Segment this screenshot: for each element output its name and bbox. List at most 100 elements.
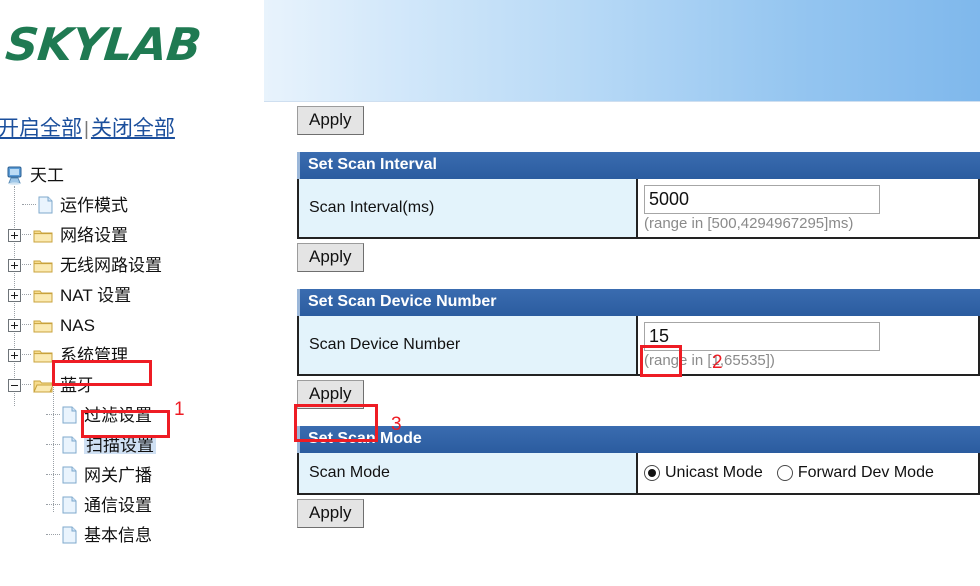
expand-plus-icon[interactable] xyxy=(8,348,21,362)
radio-unselected-icon[interactable] xyxy=(776,465,793,482)
tree-connector xyxy=(46,534,60,536)
field-value-cell: Unicast Mode Forward Dev Mode xyxy=(638,453,978,494)
annotation-number-1: 1 xyxy=(174,399,185,420)
tree-connector xyxy=(46,474,60,476)
skylab-logo: SKYLAB xyxy=(3,18,204,71)
tree-node-label: 无线网路设置 xyxy=(60,255,162,275)
tree-node-label: 运作模式 xyxy=(60,195,128,215)
scan-device-number-input[interactable] xyxy=(644,322,880,352)
folder-icon xyxy=(33,228,53,243)
field-row: Scan Device Number (range in [1,65535]) xyxy=(297,316,980,377)
tree-node-communication-settings[interactable]: 通信设置 xyxy=(4,490,254,520)
top-apply-row: Apply xyxy=(297,106,980,136)
folder-icon xyxy=(33,348,53,363)
radio-label: Forward Dev Mode xyxy=(797,464,934,482)
folder-icon xyxy=(33,258,53,273)
tree-node-nat-settings[interactable]: NAT 设置 xyxy=(4,280,254,310)
annotation-number-3: 3 xyxy=(391,414,402,435)
header-banner xyxy=(264,0,980,102)
apply-button-scan-device-number[interactable]: Apply xyxy=(297,380,364,410)
section-set-scan-mode: Set Scan Mode Scan Mode Unicast Mode For… xyxy=(297,426,980,529)
tree-node-tiangong[interactable]: 天工 xyxy=(4,160,254,190)
section-title: Set Scan Interval xyxy=(297,152,980,180)
tree-node-label-selected: 扫描设置 xyxy=(84,435,156,455)
computer-icon xyxy=(6,166,23,185)
apply-button-scan-mode[interactable]: Apply xyxy=(297,499,364,529)
tree-connector xyxy=(22,384,31,386)
tree-node-filter-settings[interactable]: 过滤设置 xyxy=(4,400,254,430)
radio-forward-dev-mode[interactable]: Forward Dev Mode xyxy=(776,464,934,482)
document-icon xyxy=(62,466,77,484)
tree-connector xyxy=(46,504,60,506)
field-label: Scan Device Number xyxy=(299,316,638,375)
tree-node-network-settings[interactable]: 网络设置 xyxy=(4,220,254,250)
tree-node-label: 天工 xyxy=(30,165,64,185)
collapse-minus-icon[interactable] xyxy=(8,378,21,392)
scan-mode-radio-group: Unicast Mode Forward Dev Mode xyxy=(644,460,978,482)
tree-node-label: 系统管理 xyxy=(60,345,128,365)
document-icon xyxy=(62,496,77,514)
tree-node-label: NAT 设置 xyxy=(60,285,132,305)
tree-connector xyxy=(22,294,31,296)
tree-node-label: 网络设置 xyxy=(60,225,128,245)
tree-connector xyxy=(22,324,31,326)
field-value-cell: (range in [1,65535]) xyxy=(638,316,978,375)
collapse-all-link[interactable]: 关闭全部 xyxy=(91,117,175,140)
field-row: Scan Mode Unicast Mode Forward Dev Mode xyxy=(297,453,980,496)
tree-connector xyxy=(22,204,36,206)
tree-node-nas[interactable]: NAS xyxy=(4,310,254,340)
expand-plus-icon[interactable] xyxy=(8,318,21,332)
tree-node-scan-settings[interactable]: 扫描设置 xyxy=(4,430,254,460)
radio-unicast-mode[interactable]: Unicast Mode xyxy=(644,464,763,482)
document-icon xyxy=(38,196,53,214)
tree-connector xyxy=(22,234,31,236)
apply-row: Apply xyxy=(297,380,980,410)
expand-all-link[interactable]: 开启全部 xyxy=(0,117,82,140)
apply-button-top[interactable]: Apply xyxy=(297,106,364,136)
document-icon xyxy=(62,436,77,454)
tree-node-system-management[interactable]: 系统管理 xyxy=(4,340,254,370)
navigation-tree: 天工 运作模式 网络设置 无线网路设置 NAT 设置 NAS 系统管理 蓝牙 过… xyxy=(4,160,254,550)
tree-node-basic-info[interactable]: 基本信息 xyxy=(4,520,254,550)
sidebar: SKYLAB 开启全部 |关闭全部 天工 运作模式 网络设置 无线网路设置 NA… xyxy=(0,0,262,586)
apply-button-scan-interval[interactable]: Apply xyxy=(297,243,364,273)
radio-label: Unicast Mode xyxy=(665,464,763,482)
folder-icon xyxy=(33,288,53,303)
tree-connector xyxy=(46,414,60,416)
tree-node-gateway-broadcast[interactable]: 网关广播 xyxy=(4,460,254,490)
annotation-number-2: 2 xyxy=(712,352,723,373)
tree-connector xyxy=(22,354,31,356)
document-icon xyxy=(62,406,77,424)
scan-interval-input[interactable] xyxy=(644,185,880,215)
tree-connector xyxy=(46,444,60,446)
scan-interval-hint: (range in [500,4294967295]ms) xyxy=(644,215,854,233)
tree-node-label: 基本信息 xyxy=(84,525,152,545)
radio-selected-icon[interactable] xyxy=(644,465,660,482)
tree-node-label: 网关广播 xyxy=(84,465,152,485)
tree-node-wireless-settings[interactable]: 无线网路设置 xyxy=(4,250,254,280)
tree-connector xyxy=(22,264,31,266)
expand-plus-icon[interactable] xyxy=(8,228,21,242)
tree-node-label: 蓝牙 xyxy=(60,375,94,395)
quick-links-separator: | xyxy=(84,119,89,140)
scan-device-number-hint: (range in [1,65535]) xyxy=(644,352,775,370)
expand-plus-icon[interactable] xyxy=(8,258,21,272)
section-set-scan-device-number: Set Scan Device Number Scan Device Numbe… xyxy=(297,289,980,410)
field-row: Scan Interval(ms) (range in [500,4294967… xyxy=(297,179,980,240)
field-value-cell: (range in [500,4294967295]ms) xyxy=(638,179,978,238)
folder-open-icon xyxy=(33,378,54,393)
document-icon xyxy=(62,526,77,544)
main-content: Apply Set Scan Interval Scan Interval(ms… xyxy=(297,106,980,529)
quick-links: 开启全部 |关闭全部 xyxy=(0,112,175,142)
apply-row: Apply xyxy=(297,243,980,273)
field-label: Scan Interval(ms) xyxy=(299,179,638,238)
tree-node-operation-mode[interactable]: 运作模式 xyxy=(4,190,254,220)
apply-row: Apply xyxy=(297,499,980,529)
expand-plus-icon[interactable] xyxy=(8,288,21,302)
tree-node-label: NAS xyxy=(60,315,95,335)
field-label: Scan Mode xyxy=(299,453,638,494)
tree-node-bluetooth[interactable]: 蓝牙 xyxy=(4,370,254,400)
tree-node-label: 通信设置 xyxy=(84,495,152,515)
tree-node-label: 过滤设置 xyxy=(84,405,152,425)
section-title: Set Scan Device Number xyxy=(297,289,980,317)
